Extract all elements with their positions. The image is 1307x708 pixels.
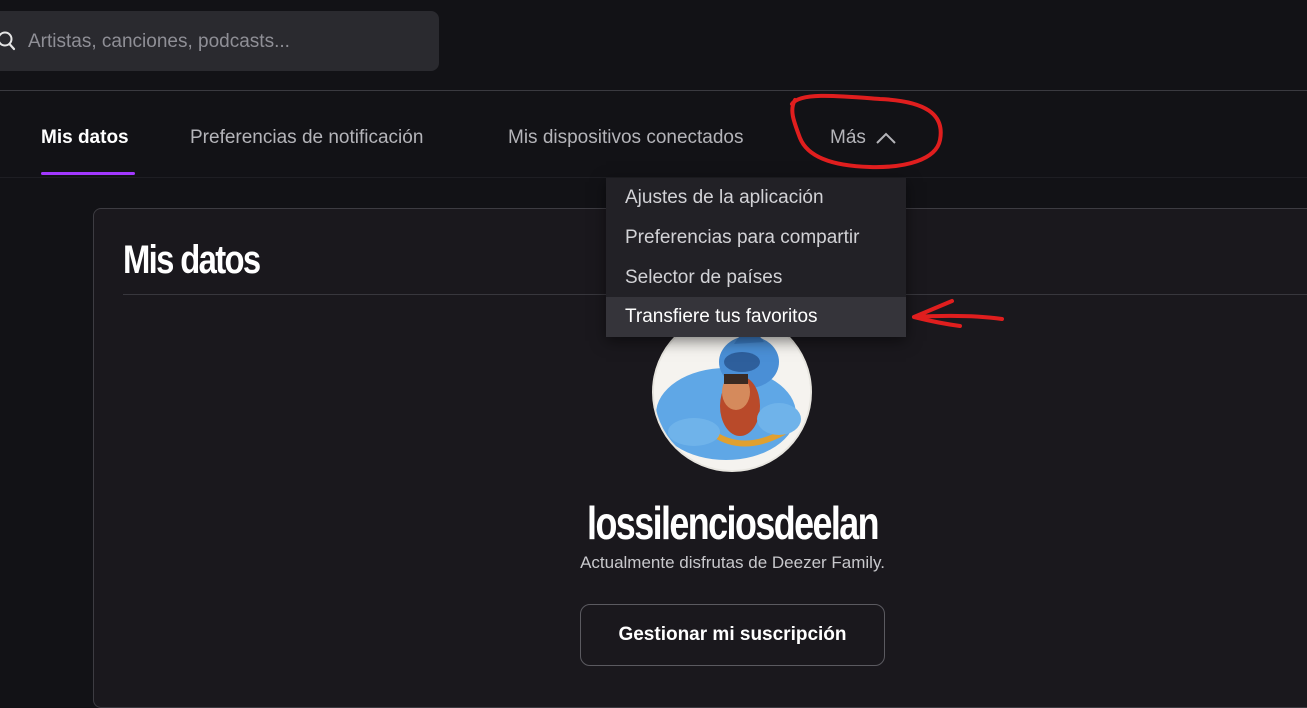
page-title: Mis datos bbox=[123, 238, 261, 282]
subscription-status: Actualmente disfrutas de Deezer Family. bbox=[580, 553, 885, 572]
chevron-up-icon bbox=[876, 132, 896, 144]
menu-item-sharing-preferences[interactable]: Preferencias para compartir bbox=[606, 218, 906, 258]
search-input[interactable] bbox=[26, 11, 430, 73]
tab-notification-preferences[interactable]: Preferencias de notificación bbox=[190, 127, 423, 149]
active-tab-indicator bbox=[41, 172, 135, 175]
menu-item-country-selector[interactable]: Selector de países bbox=[606, 258, 906, 298]
username: lossilenciosdeelan bbox=[587, 497, 880, 549]
more-dropdown-menu: Ajustes de la aplicación Preferencias pa… bbox=[606, 178, 906, 337]
menu-item-app-settings[interactable]: Ajustes de la aplicación bbox=[606, 178, 906, 218]
tab-more-label: Más bbox=[830, 127, 866, 148]
settings-tabs: Mis datos Preferencias de notificación M… bbox=[0, 91, 1307, 178]
search-icon bbox=[0, 31, 16, 51]
tab-connected-devices[interactable]: Mis dispositivos conectados bbox=[508, 127, 744, 149]
manage-subscription-button[interactable]: Gestionar mi suscripción bbox=[580, 604, 885, 666]
avatar-image bbox=[654, 314, 810, 470]
search-box[interactable] bbox=[0, 11, 439, 73]
tab-more[interactable]: Más bbox=[830, 127, 896, 149]
avatar bbox=[654, 314, 810, 470]
top-bar bbox=[0, 0, 1307, 91]
tab-mis-datos[interactable]: Mis datos bbox=[41, 127, 129, 149]
menu-item-transfer-favorites[interactable]: Transfiere tus favoritos bbox=[606, 297, 906, 337]
